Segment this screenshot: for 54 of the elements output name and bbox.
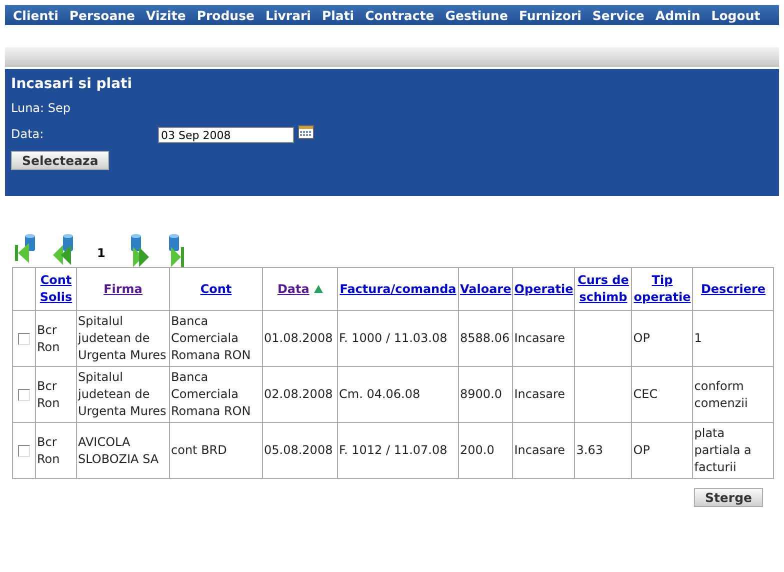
- select-button[interactable]: Selecteaza: [11, 151, 110, 170]
- delete-button[interactable]: Sterge: [694, 488, 763, 507]
- table-cell: Banca Comerciala Romana RON: [171, 370, 251, 418]
- table-cell: Cm. 04.06.08: [339, 387, 420, 401]
- table-cell: CEC: [633, 387, 658, 401]
- column-header-link[interactable]: Firma: [104, 280, 142, 298]
- table-cell: OP: [633, 331, 650, 345]
- menu-item[interactable]: Gestiune: [440, 8, 514, 22]
- menu-item[interactable]: Logout: [706, 8, 766, 22]
- table-cell: plata partiala a facturii: [694, 426, 752, 474]
- table-cell: F. 1000 / 11.03.08: [339, 331, 448, 345]
- table-cell: cont BRD: [171, 443, 227, 457]
- table-cell: AVICOLA SLOBOZIA SA: [78, 434, 159, 466]
- menu-item[interactable]: Persoane: [64, 8, 142, 22]
- column-header-link[interactable]: Data: [277, 280, 310, 298]
- table-cell: Banca Comerciala Romana RON: [171, 314, 251, 362]
- table-cell: Spitalul judetean de Urgenta Mures: [78, 314, 166, 362]
- menu-item[interactable]: Service: [587, 8, 650, 22]
- table-cell: OP: [633, 443, 650, 457]
- table-cell: 01.08.2008: [264, 331, 333, 345]
- menu-item[interactable]: Livrari: [260, 8, 317, 22]
- menu-item[interactable]: Contracte: [360, 8, 440, 22]
- table-cell: Incasare: [514, 443, 566, 457]
- table-cell: 8900.0: [460, 387, 502, 401]
- menu-item[interactable]: Plati: [316, 8, 360, 22]
- table-cell: conform comenzii: [694, 378, 748, 410]
- table-cell: 1: [694, 331, 702, 345]
- table-cell: 8588.06: [460, 331, 510, 345]
- table-cell: 02.08.2008: [264, 387, 333, 401]
- menu-item[interactable]: Clienti: [8, 8, 64, 22]
- menu-item[interactable]: Produse: [192, 8, 260, 22]
- date-field[interactable]: 03 Sep 2008: [158, 127, 294, 143]
- table-cell: Bcr Ron: [37, 378, 60, 410]
- column-header-link[interactable]: Cont: [200, 280, 232, 298]
- menu-item[interactable]: Admin: [650, 8, 706, 22]
- table-cell: 200.0: [460, 443, 494, 457]
- month-label: Luna: Sep: [11, 101, 71, 115]
- table-cell: Bcr Ron: [37, 434, 60, 466]
- table-cell: Bcr Ron: [37, 322, 60, 354]
- calendar-icon[interactable]: [298, 125, 314, 139]
- table-cell: F. 1012 / 11.07.08: [339, 443, 448, 457]
- date-label: Data:: [11, 127, 44, 141]
- table-cell: 05.08.2008: [264, 443, 333, 457]
- table-cell: 3.63: [576, 443, 603, 457]
- table-cell: Incasare: [514, 331, 566, 345]
- menu-item[interactable]: Vizite: [141, 8, 192, 22]
- panel-title: Incasari si plati: [11, 76, 132, 92]
- row-checkbox[interactable]: [18, 444, 30, 456]
- row-checkbox[interactable]: [18, 332, 30, 344]
- table-cell: Incasare: [514, 387, 566, 401]
- row-checkbox[interactable]: [18, 388, 30, 400]
- table-cell: Spitalul judetean de Urgenta Mures: [78, 370, 166, 418]
- page-number: 1: [97, 245, 106, 262]
- menu-item[interactable]: Furnizori: [514, 8, 588, 22]
